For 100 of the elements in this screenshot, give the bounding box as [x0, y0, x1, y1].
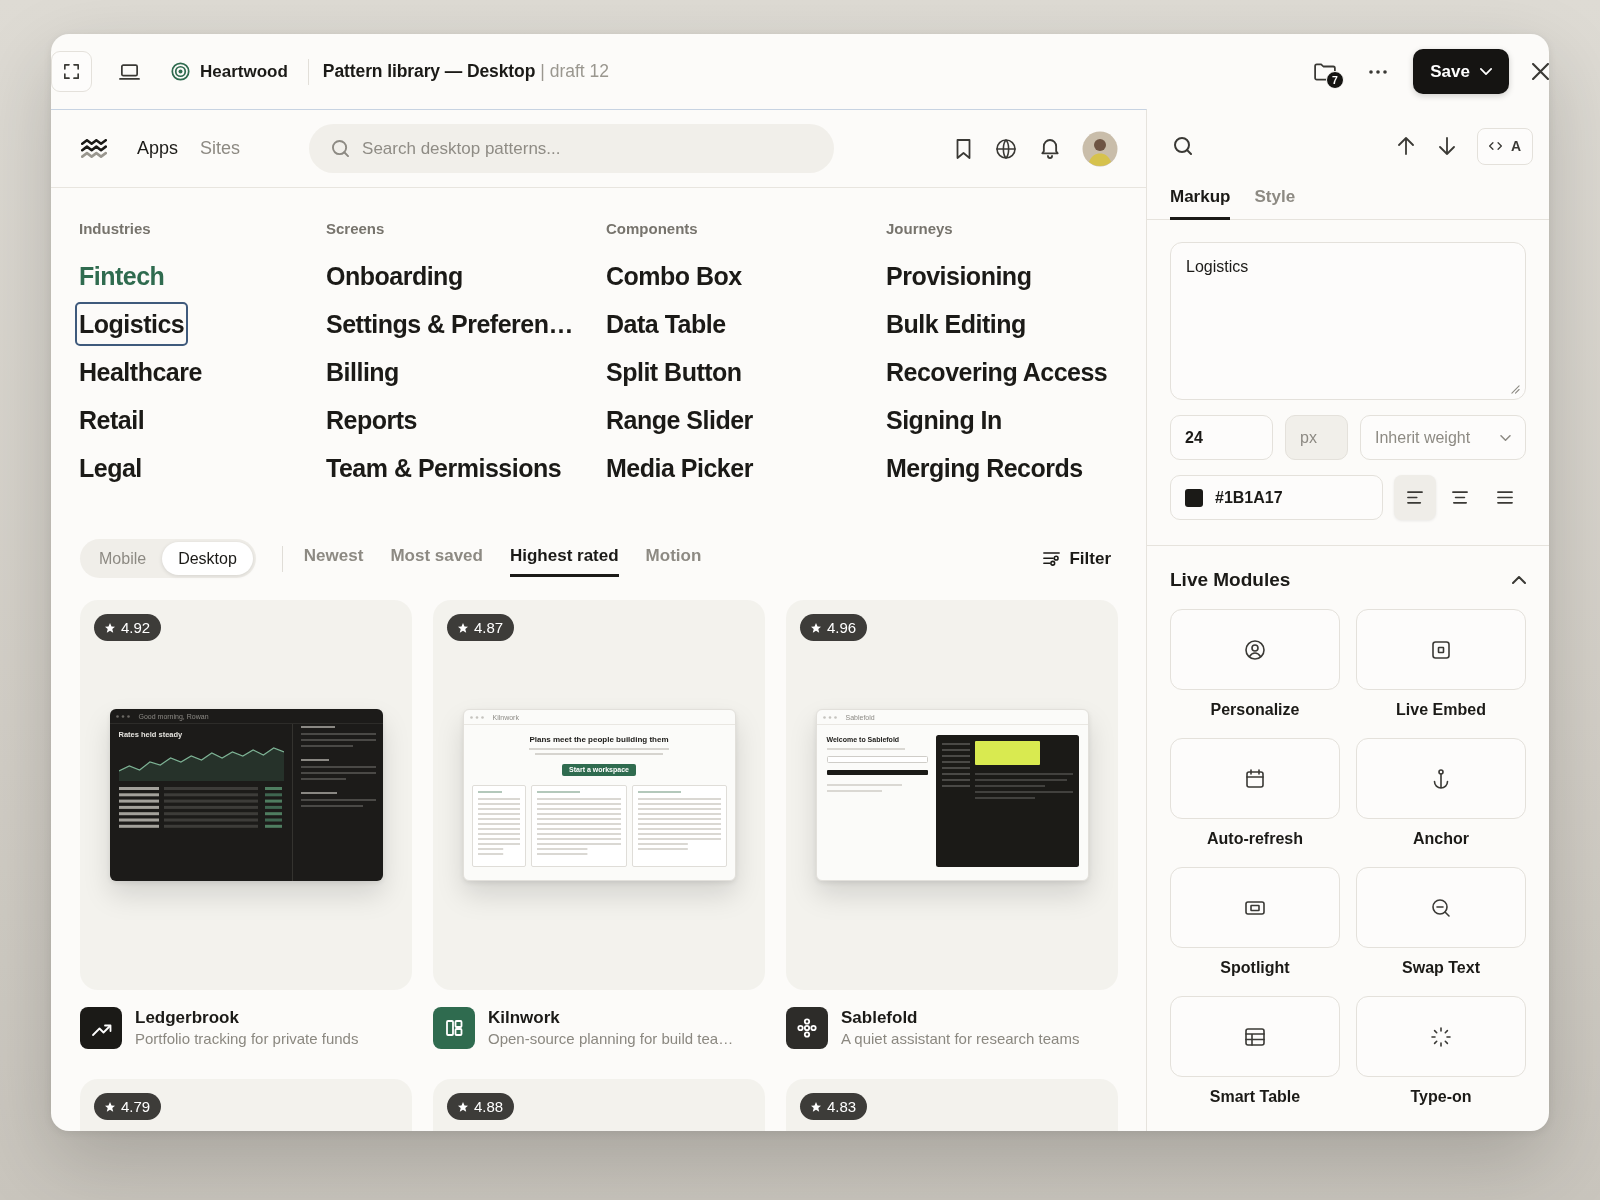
- app-description: Open-source planning for build tea…: [488, 1029, 734, 1049]
- module-label: Type-on: [1409, 1087, 1473, 1107]
- category-link[interactable]: Retail: [75, 398, 149, 442]
- app-name[interactable]: Sablefold: [841, 1007, 1080, 1028]
- category-link[interactable]: Reports: [322, 398, 421, 442]
- size-input[interactable]: 24: [1170, 415, 1273, 460]
- code-mode-button[interactable]: A: [1477, 127, 1533, 165]
- square-in-square-icon: [1431, 639, 1451, 660]
- close-icon[interactable]: [1532, 63, 1549, 80]
- module-label: Spotlight: [1219, 958, 1291, 978]
- module-tile[interactable]: [1356, 996, 1526, 1077]
- device-option[interactable]: Desktop: [162, 542, 253, 575]
- star-icon: [105, 1101, 115, 1112]
- bell-icon[interactable]: [1041, 138, 1059, 159]
- module-tile[interactable]: [1170, 738, 1340, 819]
- module-label: Swap Text: [1401, 958, 1481, 978]
- preview-tile[interactable]: 4.83: [786, 1079, 1118, 1131]
- globe-icon[interactable]: [996, 138, 1016, 159]
- color-input[interactable]: #1B1A17: [1170, 475, 1383, 520]
- category-heading: Components: [606, 219, 699, 239]
- module-label: Personalize: [1209, 700, 1301, 720]
- preview-tile[interactable]: 4.88: [433, 1079, 765, 1131]
- module-tile[interactable]: [1356, 867, 1526, 948]
- category-link[interactable]: Legal: [75, 446, 146, 490]
- search-icon: [332, 140, 350, 157]
- category-link[interactable]: Media Picker: [602, 446, 757, 490]
- app-name[interactable]: Kilnwork: [488, 1007, 734, 1028]
- bookmark-icon[interactable]: [956, 138, 971, 159]
- loading-spinner-icon: [1431, 1026, 1451, 1047]
- nav-tab[interactable]: Apps: [137, 138, 179, 159]
- star-icon: [458, 622, 468, 633]
- category-link[interactable]: Team & Permissions: [322, 446, 566, 490]
- rating-value: 4.92: [121, 619, 151, 636]
- category-link[interactable]: Logistics: [75, 302, 189, 346]
- anchor-icon: [1431, 768, 1451, 789]
- module-tile[interactable]: [1170, 609, 1340, 690]
- category-link[interactable]: Signing In: [882, 398, 1006, 442]
- text-area[interactable]: Logistics: [1170, 242, 1526, 400]
- preview-tile[interactable]: 4.79: [80, 1079, 412, 1131]
- align-left-icon: [1407, 491, 1423, 504]
- preview-heading: Plans meet the people building them: [529, 735, 669, 745]
- star-icon: [105, 622, 115, 633]
- align-button[interactable]: [1394, 475, 1436, 520]
- category-link[interactable]: Settings & Preferen…: [322, 302, 577, 346]
- rating-value: 4.96: [827, 619, 857, 636]
- module-tile[interactable]: [1170, 996, 1340, 1077]
- module-label: Anchor: [1412, 829, 1470, 849]
- filter-button[interactable]: Filter: [1043, 548, 1111, 569]
- calendar-icon: [1245, 768, 1265, 789]
- category-link[interactable]: Merging Records: [882, 446, 1087, 490]
- rating-value: 4.87: [474, 619, 504, 636]
- module-tile[interactable]: [1356, 738, 1526, 819]
- app-description: A quiet assistant for research teams: [841, 1029, 1080, 1049]
- category-link[interactable]: Recovering Access: [882, 350, 1112, 394]
- star-icon: [811, 622, 821, 633]
- module-label: Auto-refresh: [1206, 829, 1304, 849]
- module-label: Live Embed: [1395, 700, 1487, 720]
- category-link[interactable]: Bulk Editing: [882, 302, 1030, 346]
- rating-value: 4.88: [474, 1098, 504, 1115]
- document-title: Pattern library — Desktop: [322, 61, 536, 82]
- zoom-out-icon: [1431, 897, 1451, 918]
- window-dots-icon: [822, 715, 837, 719]
- category-link[interactable]: Range Slider: [602, 398, 757, 442]
- star-icon: [458, 1101, 468, 1112]
- category-link[interactable]: Split Button: [602, 350, 746, 394]
- draft-label: | draft 12: [540, 61, 610, 82]
- sort-tab[interactable]: Highest rated: [509, 540, 619, 577]
- module-label: Smart Table: [1208, 1087, 1302, 1107]
- target-logo-icon: [171, 62, 190, 81]
- arrow-up-icon[interactable]: [1398, 137, 1414, 155]
- save-button[interactable]: Save: [1413, 49, 1509, 94]
- table-icon: [1245, 1026, 1265, 1047]
- module-tile[interactable]: [1170, 867, 1340, 948]
- search-icon[interactable]: [1174, 137, 1192, 155]
- app-name[interactable]: Ledgerbrook: [135, 1007, 359, 1028]
- module-tile[interactable]: [1356, 609, 1526, 690]
- section-title: Live Modules: [1170, 569, 1291, 591]
- rating-value: 4.83: [827, 1098, 857, 1115]
- category-link[interactable]: Billing: [322, 350, 403, 394]
- category-link[interactable]: Data Table: [602, 302, 730, 346]
- chevron-down-icon: [1500, 434, 1511, 441]
- search-field[interactable]: Search desktop patterns...: [309, 124, 835, 173]
- category-heading: Industries: [79, 219, 152, 239]
- category-link[interactable]: Healthcare: [75, 350, 206, 394]
- category-link[interactable]: Combo Box: [602, 254, 746, 298]
- window-dots-icon: [469, 715, 484, 719]
- star-icon: [811, 1101, 821, 1112]
- category-link[interactable]: Onboarding: [322, 254, 467, 298]
- code-icon: [1488, 142, 1502, 150]
- category-link[interactable]: Provisioning: [882, 254, 1036, 298]
- more-icon[interactable]: [1369, 69, 1387, 74]
- avatar-icon[interactable]: [1082, 130, 1118, 167]
- count-badge: 7: [1326, 70, 1344, 89]
- laptop-icon[interactable]: [119, 63, 140, 80]
- chevron-up-icon[interactable]: [1512, 576, 1526, 584]
- inspector-tab[interactable]: Markup: [1170, 183, 1231, 220]
- app-description: Portfolio tracking for private funds: [135, 1029, 359, 1049]
- arrow-down-icon[interactable]: [1439, 137, 1455, 155]
- fullscreen-button[interactable]: [51, 51, 92, 92]
- category-link[interactable]: Fintech: [75, 254, 169, 298]
